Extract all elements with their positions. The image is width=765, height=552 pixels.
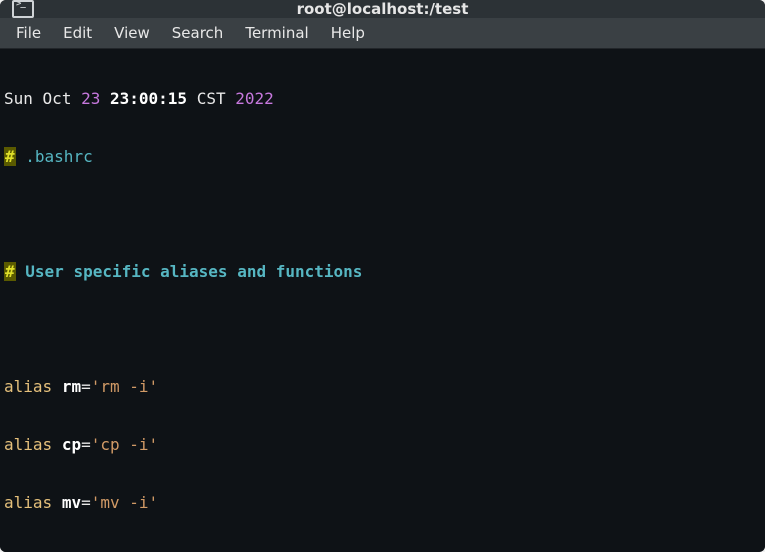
- menu-edit[interactable]: Edit: [53, 18, 102, 48]
- menu-search[interactable]: Search: [162, 18, 234, 48]
- titlebar[interactable]: root@localhost:/test: [0, 0, 765, 18]
- line-user-comment: # User specific aliases and functions: [4, 262, 761, 281]
- line-bashrc-comment: # .bashrc: [4, 147, 761, 166]
- window-title: root@localhost:/test: [0, 0, 765, 18]
- menu-terminal[interactable]: Terminal: [235, 18, 318, 48]
- line-blank-1: [4, 205, 761, 224]
- line-alias-mv: alias mv='mv -i': [4, 493, 761, 512]
- menu-view[interactable]: View: [104, 18, 160, 48]
- line-date1: Sun Oct 23 23:00:15 CST 2022: [4, 89, 761, 108]
- line-alias-cp: alias cp='cp -i': [4, 435, 761, 454]
- line-alias-rm: alias rm='rm -i': [4, 377, 761, 396]
- menu-help[interactable]: Help: [321, 18, 375, 48]
- terminal-app-icon: [12, 0, 34, 18]
- line-blank-2: [4, 320, 761, 339]
- menu-file[interactable]: File: [6, 18, 51, 48]
- menubar: File Edit View Search Terminal Help: [0, 18, 765, 49]
- terminal-window: root@localhost:/test File Edit View Sear…: [0, 0, 765, 552]
- terminal-viewport[interactable]: Sun Oct 23 23:00:15 CST 2022 # .bashrc #…: [0, 49, 765, 552]
